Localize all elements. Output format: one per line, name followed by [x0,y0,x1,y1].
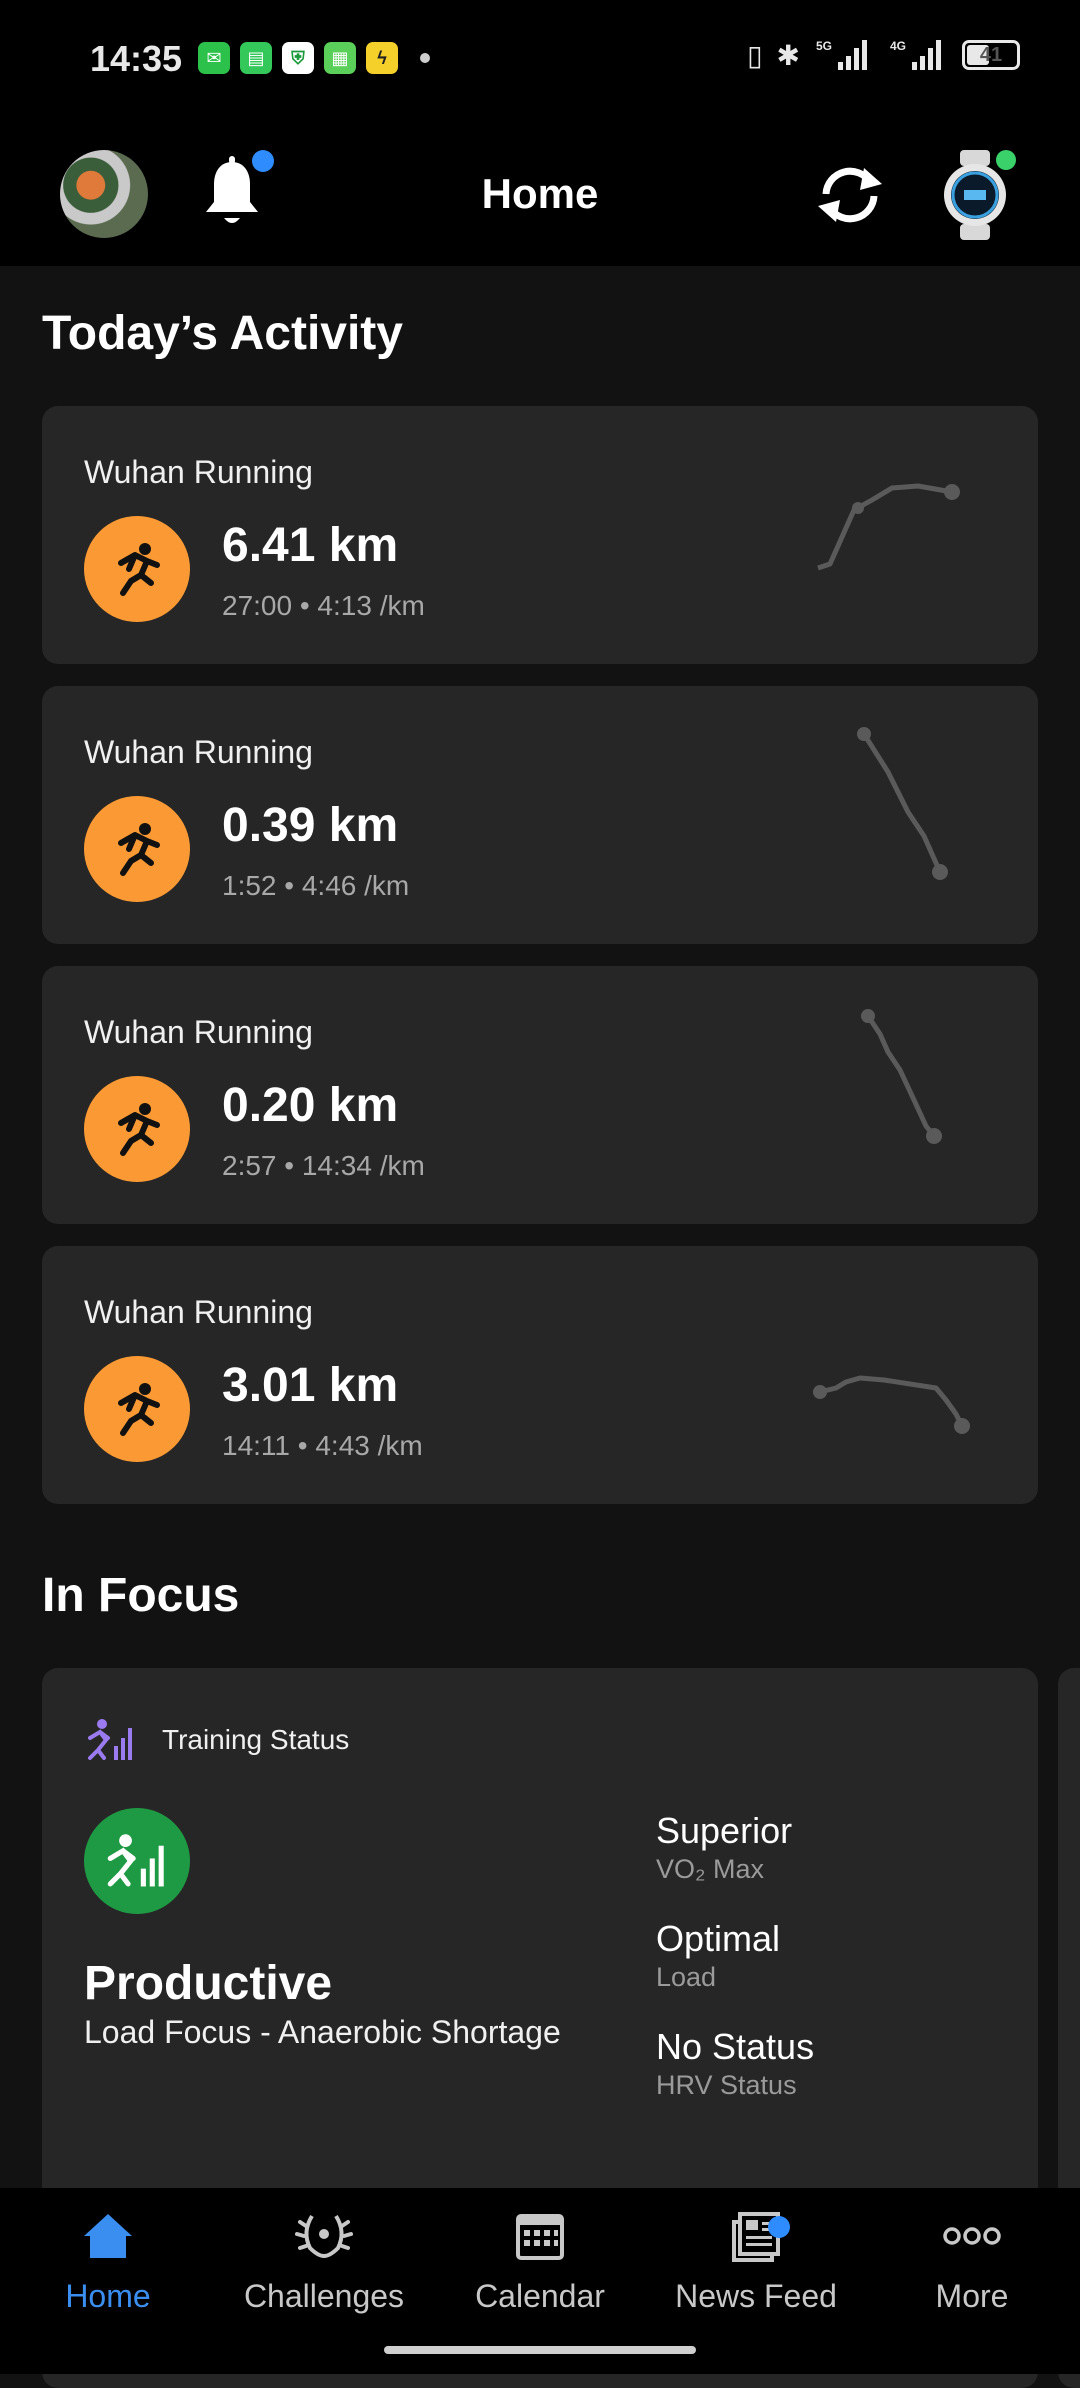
metric-value: No Status [656,2026,815,2067]
activity-card[interactable]: Wuhan Running 0.20 km 2:57 • 14:34 /km [42,966,1038,1224]
vibrate-icon: ▯ [747,39,763,71]
todays-activity-title: Today’s Activity [42,307,403,360]
running-icon [84,1076,190,1182]
nav-label: Challenges [243,2278,405,2314]
metric-hrv-status: No Status HRV Status [656,2026,814,2101]
battery-level: 41 [979,43,1003,66]
page-title: Home [481,170,599,217]
in-focus-title: In Focus [42,1569,240,1622]
shield-icon: ⛨ [282,42,314,74]
home-indicator[interactable] [384,2346,696,2354]
running-icon [84,516,190,622]
training-status-subtitle: Load Focus - Anaerobic Shortage [84,2014,561,2050]
signal-5g-label: 5G [816,39,832,53]
activity-card[interactable]: Wuhan Running 6.41 km 27:00 • 4:13 /km [42,406,1038,664]
activity-name: Wuhan Running [84,734,313,770]
metric-label: VO₂ Max [656,1854,764,1884]
nav-label: More [935,2278,1009,2314]
activity-distance: 0.20 km [222,1079,399,1132]
bluetooth-icon: ✱ [776,39,800,71]
activity-name: Wuhan Running [84,454,313,490]
route-map [813,1375,970,1434]
nav-home[interactable]: Home [0,2206,216,2315]
running-icon [84,1356,190,1462]
signal-4g-label: 4G [890,39,906,53]
nav-calendar[interactable]: Calendar [432,2206,648,2315]
activity-name: Wuhan Running [84,1014,313,1050]
metric-value: Superior [656,1810,793,1851]
notification-icons: ✉ ▤ ⛨ ▦ ϟ [198,42,430,74]
app-header: Home [0,120,1080,266]
battery-icon: 41 [962,40,1020,70]
app-grid-icon: ▦ [324,42,356,74]
training-status-icon [88,1719,132,1760]
nav-label: Home [65,2278,151,2314]
nav-challenges[interactable]: Challenges [216,2206,432,2315]
activity-meta: 1:52 • 4:46 /km [222,870,410,901]
signal-4g-icon: 4G [890,39,941,70]
productive-status-icon [84,1808,190,1914]
activity-distance: 3.01 km [222,1359,399,1412]
bolt-icon: ϟ [366,42,398,74]
news-feed-badge [768,2216,790,2238]
laurel-icon [295,2214,353,2259]
status-bar: 14:35 ✉ ▤ ⛨ ▦ ϟ ▯ ✱ 5G 4G 41 [0,0,1080,120]
route-map [817,483,960,571]
activity-card[interactable]: Wuhan Running 3.01 km 14:11 • 4:43 /km [42,1246,1038,1504]
device-connected-dot [996,150,1016,170]
activity-distance: 0.39 km [222,799,399,852]
route-map [861,1009,942,1144]
messages-icon: ▤ [240,42,272,74]
nav-label: Calendar [475,2278,605,2314]
nav-label: News Feed [675,2278,837,2314]
activity-meta: 14:11 • 4:43 /km [222,1430,423,1461]
sync-icon[interactable] [812,160,888,230]
activity-meta: 2:57 • 14:34 /km [222,1150,425,1181]
signal-5g-icon: 5G [816,39,867,70]
activity-distance: 6.41 km [222,519,399,572]
route-map [857,727,948,880]
activity-card[interactable]: Wuhan Running 0.39 km 1:52 • 4:46 /km [42,686,1038,944]
running-icon [84,796,190,902]
home-icon [84,2214,132,2258]
activity-meta: 27:00 • 4:13 /km [222,590,425,621]
system-icons: ▯ ✱ 5G 4G 41 [747,38,1020,72]
nav-more[interactable]: More [864,2206,1080,2315]
activity-name: Wuhan Running [84,1294,313,1330]
calendar-icon [516,2214,564,2260]
wechat-icon: ✉ [198,42,230,74]
training-status-label: Training Status [162,1724,350,1755]
notification-badge [252,150,274,172]
metric-value: Optimal [656,1918,781,1959]
more-notifications-dot [420,53,430,63]
status-time: 14:35 [90,38,183,79]
training-status-value: Productive [84,1957,333,2010]
more-icon [943,2227,1001,2245]
metric-label: Load [656,1962,717,1992]
nav-news-feed[interactable]: News Feed [648,2206,864,2315]
metric-vo2max: Superior VO₂ Max [656,1810,792,1885]
metric-label: HRV Status [656,2070,797,2100]
metric-load: Optimal Load [656,1918,780,1993]
